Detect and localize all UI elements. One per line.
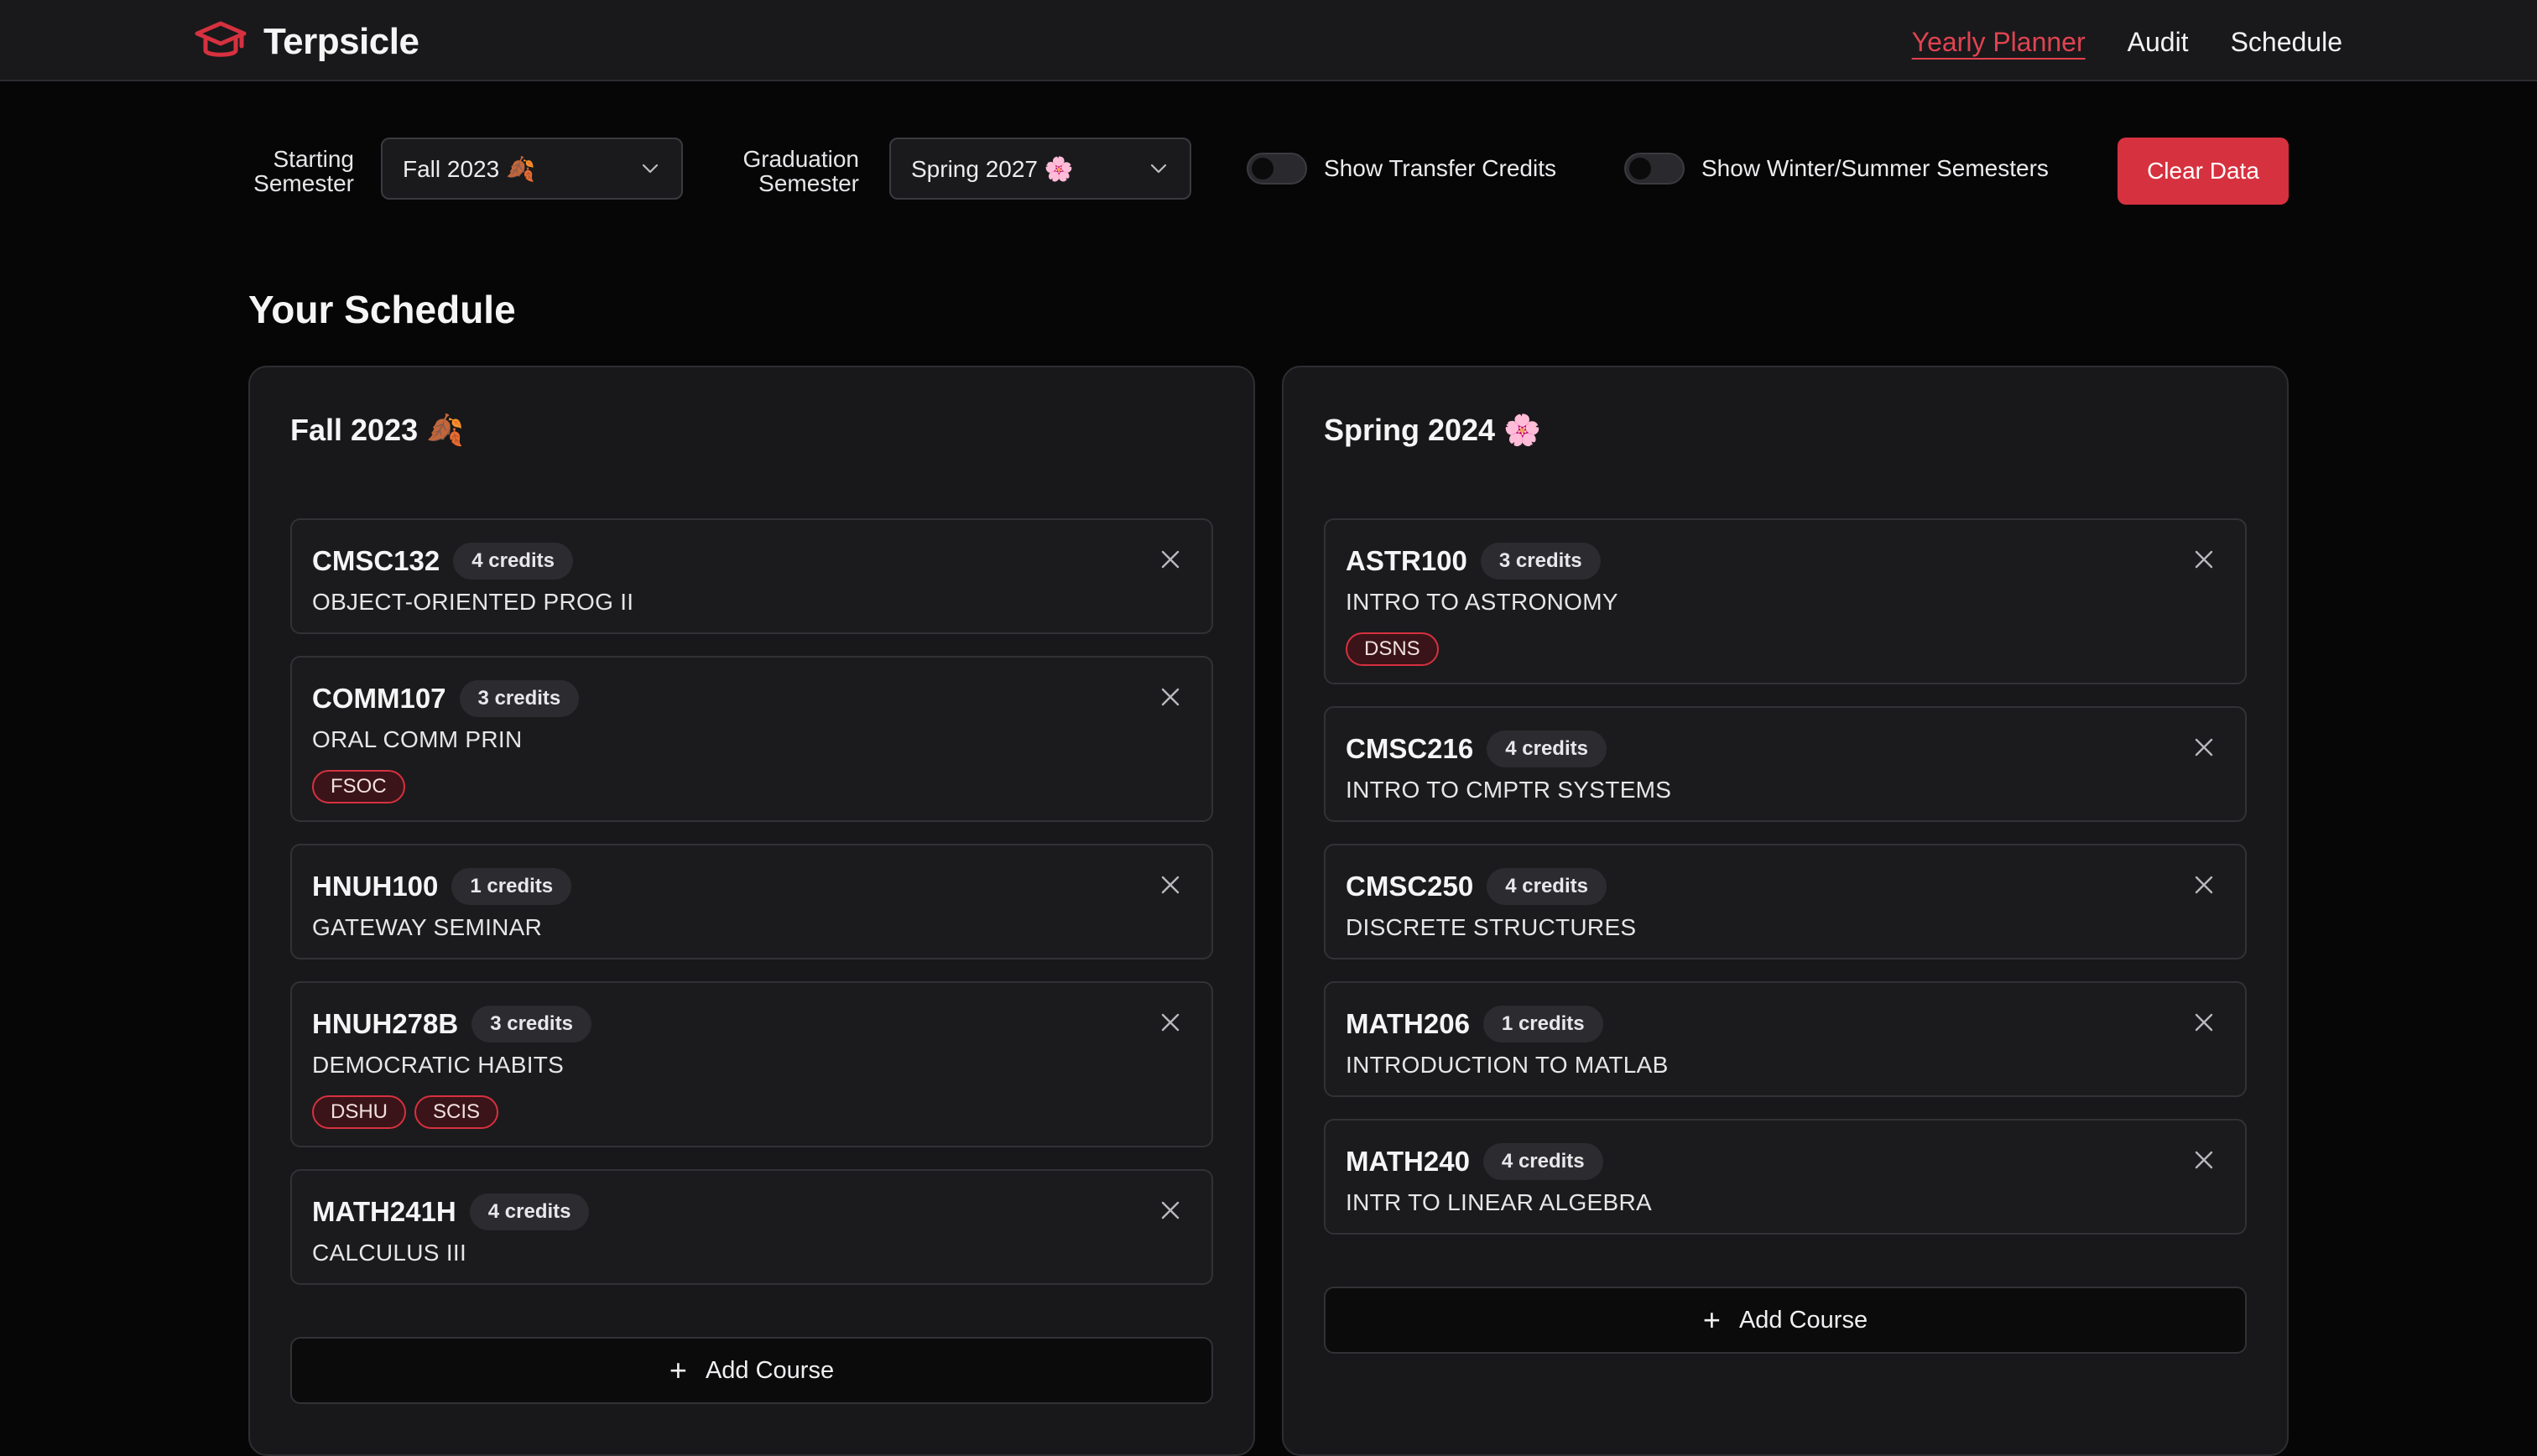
course-card[interactable]: MATH206 1 credits INTRODUCTION TO MATLAB (1324, 981, 2247, 1097)
course-code: COMM107 (312, 683, 446, 714)
course-name: INTR TO LINEAR ALGEBRA (1346, 1189, 1653, 1215)
starting-semester-select[interactable]: Fall 2023 🍂 (381, 138, 683, 200)
plus-icon: + (1702, 1303, 1721, 1337)
close-icon[interactable] (1159, 1011, 1181, 1033)
chevron-down-icon (1150, 164, 1167, 174)
add-course-label: Add Course (1738, 1306, 1868, 1334)
app-name: Terpsicle (263, 21, 419, 62)
credits-badge: 4 credits (469, 1193, 590, 1230)
course-name: INTRODUCTION TO MATLAB (1346, 1052, 1669, 1078)
course-name: GATEWAY SEMINAR (312, 914, 543, 940)
credits-badge: 4 credits (1487, 868, 1607, 905)
chevron-down-icon (642, 164, 659, 174)
course-name: ORAL COMM PRIN (312, 726, 523, 752)
transfer-credits-label: Show Transfer Credits (1324, 155, 1556, 181)
course-card[interactable]: MATH240 4 credits INTR TO LINEAR ALGEBRA (1324, 1119, 2247, 1235)
toggle-switch[interactable] (1624, 153, 1685, 185)
course-card[interactable]: HNUH278B 3 credits DEMOCRATIC HABITS DSH… (290, 981, 1213, 1147)
gen-ed-tag: SCIS (414, 1095, 499, 1129)
add-course-button[interactable]: + Add Course (1324, 1287, 2247, 1354)
schedule-title: Your Schedule (248, 288, 516, 331)
course-code: HNUH278B (312, 1008, 459, 1039)
course-name: CALCULUS III (312, 1240, 467, 1266)
gen-ed-tags: DSHU SCIS (312, 1095, 1191, 1129)
credits-badge: 3 credits (1480, 543, 1601, 580)
semester-card-fall-2023: Fall 2023 🍂 CMSC132 4 credits OBJECT-ORI… (248, 366, 1255, 1456)
course-card[interactable]: HNUH100 1 credits GATEWAY SEMINAR (290, 844, 1213, 959)
course-card[interactable]: CMSC250 4 credits DISCRETE STRUCTURES (1324, 844, 2247, 959)
semester-title: Fall 2023 🍂 (290, 413, 464, 447)
close-icon[interactable] (2193, 549, 2215, 570)
course-name: INTRO TO ASTRONOMY (1346, 589, 1618, 615)
toggle-knob (1252, 158, 1274, 179)
course-code: MATH240 (1346, 1146, 1470, 1177)
close-icon[interactable] (2193, 874, 2215, 896)
graduation-semester-value: Spring 2027 🌸 (911, 155, 1074, 182)
starting-semester-label: Starting Semester (253, 146, 354, 196)
gen-ed-tag: FSOC (312, 770, 405, 803)
course-list: CMSC132 4 credits OBJECT-ORIENTED PROG I… (290, 518, 1213, 1307)
credits-badge: 1 credits (451, 868, 572, 905)
course-name: DISCRETE STRUCTURES (1346, 914, 1637, 940)
course-code: MATH206 (1346, 1008, 1470, 1039)
close-icon[interactable] (2193, 736, 2215, 758)
gen-ed-tag: DSNS (1346, 632, 1439, 666)
close-icon[interactable] (2193, 1011, 2215, 1033)
semester-title: Spring 2024 🌸 (1324, 413, 1541, 447)
clear-data-button[interactable]: Clear Data (2118, 138, 2289, 205)
course-card[interactable]: ASTR100 3 credits INTRO TO ASTRONOMY DSN… (1324, 518, 2247, 684)
course-card[interactable]: MATH241H 4 credits CALCULUS III (290, 1169, 1213, 1285)
credits-badge: 3 credits (471, 1006, 591, 1043)
winter-summer-toggle[interactable]: Show Winter/Summer Semesters (1624, 149, 2049, 188)
winter-summer-label: Show Winter/Summer Semesters (1701, 155, 2049, 181)
course-list: ASTR100 3 credits INTRO TO ASTRONOMY DSN… (1324, 518, 2247, 1256)
course-name: INTRO TO CMPTR SYSTEMS (1346, 777, 1672, 803)
course-code: CMSC132 (312, 545, 440, 576)
course-card[interactable]: CMSC132 4 credits OBJECT-ORIENTED PROG I… (290, 518, 1213, 634)
credits-badge: 1 credits (1482, 1006, 1603, 1043)
nav-yearly-planner[interactable]: Yearly Planner (1912, 23, 2086, 60)
add-course-label: Add Course (705, 1356, 835, 1384)
course-code: MATH241H (312, 1196, 456, 1227)
credits-badge: 3 credits (459, 680, 580, 717)
semester-card-spring-2024: Spring 2024 🌸 ASTR100 3 credits INTRO TO… (1282, 366, 2289, 1456)
graduation-semester-label: Graduation Semester (742, 146, 859, 196)
course-name: DEMOCRATIC HABITS (312, 1052, 565, 1078)
course-card[interactable]: COMM107 3 credits ORAL COMM PRIN FSOC (290, 656, 1213, 822)
credits-badge: 4 credits (1487, 731, 1607, 767)
close-icon[interactable] (1159, 1199, 1181, 1221)
gen-ed-tags: FSOC (312, 770, 1191, 803)
course-code: ASTR100 (1346, 545, 1467, 576)
close-icon[interactable] (1159, 686, 1181, 708)
graduation-semester-select[interactable]: Spring 2027 🌸 (889, 138, 1191, 200)
top-navbar: Terpsicle Yearly Planner Audit Schedule (0, 0, 2537, 81)
plus-icon: + (669, 1353, 687, 1387)
toggle-switch[interactable] (1247, 153, 1307, 185)
nav-schedule[interactable]: Schedule (2231, 23, 2342, 60)
brand[interactable]: Terpsicle (195, 18, 419, 65)
close-icon[interactable] (2193, 1149, 2215, 1171)
gen-ed-tags: DSNS (1346, 632, 2225, 666)
credits-badge: 4 credits (1482, 1143, 1603, 1180)
transfer-credits-toggle[interactable]: Show Transfer Credits (1247, 149, 1556, 188)
credits-badge: 4 credits (453, 543, 573, 580)
add-course-button[interactable]: + Add Course (290, 1337, 1213, 1404)
graduation-cap-icon (195, 21, 247, 57)
close-icon[interactable] (1159, 874, 1181, 896)
nav-audit[interactable]: Audit (2128, 23, 2189, 60)
course-card[interactable]: CMSC216 4 credits INTRO TO CMPTR SYSTEMS (1324, 706, 2247, 822)
course-name: OBJECT-ORIENTED PROG II (312, 589, 634, 615)
main-nav: Yearly Planner Audit Schedule (1912, 23, 2342, 60)
starting-semester-value: Fall 2023 🍂 (403, 155, 535, 182)
toggle-knob (1629, 158, 1651, 179)
course-code: CMSC216 (1346, 733, 1474, 764)
course-code: HNUH100 (312, 871, 439, 902)
planner-controls: Starting Semester Fall 2023 🍂 Graduation… (248, 138, 2289, 205)
close-icon[interactable] (1159, 549, 1181, 570)
course-code: CMSC250 (1346, 871, 1474, 902)
gen-ed-tag: DSHU (312, 1095, 407, 1129)
